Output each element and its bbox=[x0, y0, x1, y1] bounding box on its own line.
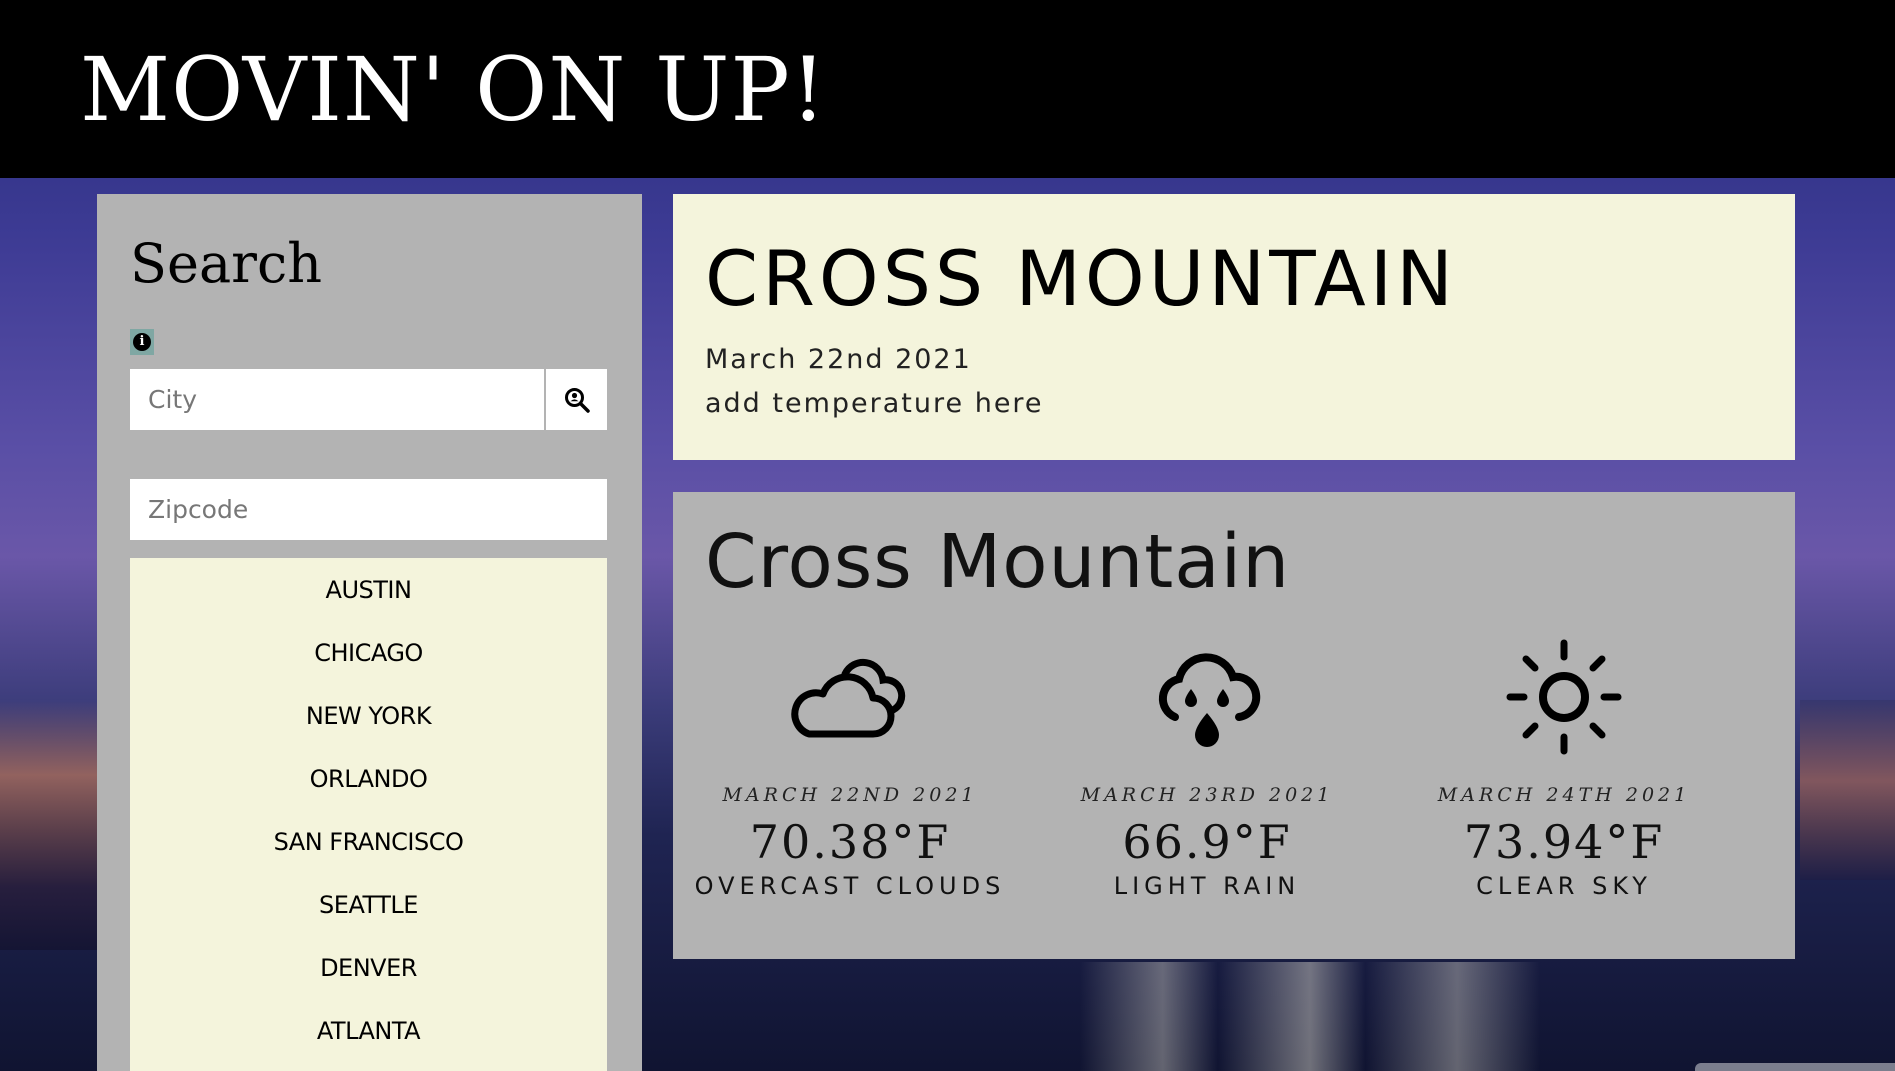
background-water-reflection bbox=[1080, 962, 1540, 1071]
search-heading: Search bbox=[130, 232, 322, 295]
light-rain-icon bbox=[1158, 653, 1261, 747]
current-date: March 22nd 2021 bbox=[705, 344, 972, 375]
background-skyline-right bbox=[1800, 700, 1895, 880]
search-panel: Search i AUSTIN CHICAGO NEW YORK ORLANDO… bbox=[97, 194, 642, 1071]
search-button[interactable] bbox=[546, 369, 607, 430]
forecast-description: OVERCAST CLOUDS bbox=[694, 872, 1006, 900]
forecast-date: MARCH 24TH 2021 bbox=[1437, 784, 1691, 806]
forecast-date: MARCH 22ND 2021 bbox=[722, 784, 978, 806]
forecast-temperature: 70.38°F bbox=[749, 815, 951, 869]
overcast-clouds-icon bbox=[791, 658, 906, 738]
info-icon[interactable]: i bbox=[130, 329, 154, 355]
forecast-day: MARCH 24TH 2021 73.94°F CLEAR SKY bbox=[1399, 632, 1729, 900]
city-list-item-new-york[interactable]: NEW YORK bbox=[130, 684, 607, 747]
site-header: MOVIN' ON UP! bbox=[0, 0, 1895, 178]
forecast-description: LIGHT RAIN bbox=[1113, 872, 1301, 900]
city-list-item-san-francisco[interactable]: SAN FRANCISCO bbox=[130, 810, 607, 873]
city-list-item-orlando[interactable]: ORLANDO bbox=[130, 747, 607, 810]
city-list: AUSTIN CHICAGO NEW YORK ORLANDO SAN FRAN… bbox=[130, 558, 607, 1071]
background-skyline-left bbox=[0, 700, 100, 950]
current-weather-card: CROSS MOUNTAIN March 22nd 2021 add tempe… bbox=[673, 194, 1795, 460]
city-list-item-atlanta[interactable]: ATLANTA bbox=[130, 999, 607, 1062]
site-title: MOVIN' ON UP! bbox=[80, 38, 828, 141]
city-search-input[interactable] bbox=[130, 369, 544, 430]
forecast-temperature: 66.9°F bbox=[1122, 815, 1292, 869]
clear-sky-icon bbox=[1506, 639, 1622, 755]
info-icon-glyph: i bbox=[133, 333, 151, 351]
current-city-name: CROSS MOUNTAIN bbox=[705, 234, 1457, 323]
forecast-card: Cross Mountain MARCH 22ND 2021 70.38°F O… bbox=[673, 492, 1795, 959]
city-list-item-denver[interactable]: DENVER bbox=[130, 936, 607, 999]
city-list-item-austin[interactable]: AUSTIN bbox=[130, 558, 607, 621]
forecast-city-name: Cross Mountain bbox=[705, 519, 1291, 605]
forecast-day: MARCH 22ND 2021 70.38°F OVERCAST CLOUDS bbox=[685, 632, 1015, 900]
forecast-date: MARCH 23RD 2021 bbox=[1080, 784, 1334, 806]
city-list-item-seattle[interactable]: SEATTLE bbox=[130, 873, 607, 936]
current-temperature: add temperature here bbox=[705, 388, 1044, 419]
forecast-day: MARCH 23RD 2021 66.9°F LIGHT RAIN bbox=[1042, 632, 1372, 900]
forecast-description: CLEAR SKY bbox=[1476, 872, 1652, 900]
zipcode-input[interactable] bbox=[130, 479, 607, 540]
forecast-temperature: 73.94°F bbox=[1463, 815, 1665, 869]
background-watermark bbox=[1695, 1063, 1895, 1071]
search-icon bbox=[564, 387, 590, 413]
city-list-item-chicago[interactable]: CHICAGO bbox=[130, 621, 607, 684]
